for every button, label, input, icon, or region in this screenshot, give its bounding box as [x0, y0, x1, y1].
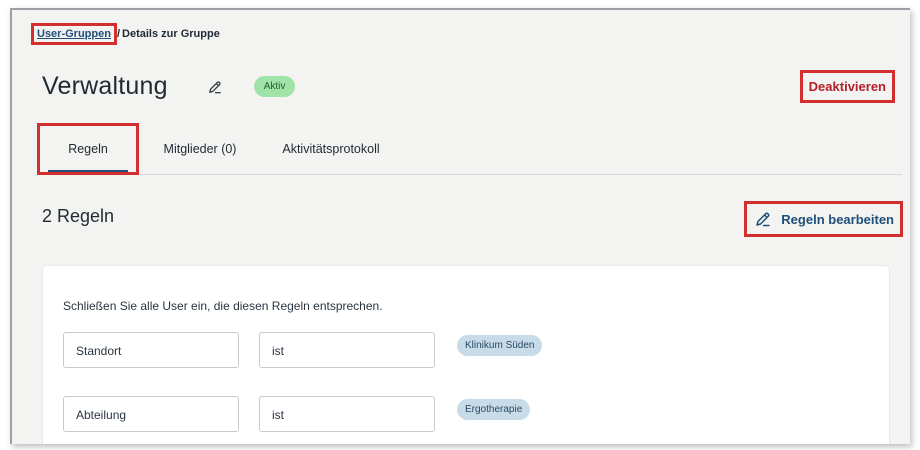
active-tab-indicator [48, 170, 128, 172]
rule-operator-field[interactable]: ist [259, 396, 435, 432]
page-frame: User-Gruppen / Details zur Gruppe Verwal… [10, 8, 910, 444]
pencil-icon [755, 211, 771, 227]
tab-members-label: Mitglieder (0) [163, 142, 237, 156]
tab-members[interactable]: Mitglieder (0) [150, 126, 250, 172]
rules-description: Schließen Sie alle User ein, die diesen … [63, 299, 383, 313]
tab-activity-log-label: Aktivitätsprotokoll [282, 142, 380, 156]
breadcrumb-current: Details zur Gruppe [122, 28, 220, 40]
rule-value-tag: Ergotherapie [457, 399, 531, 420]
rule-operator-field[interactable]: ist [259, 332, 435, 368]
rule-value-tag: Klinikum Süden [457, 335, 543, 356]
page-title: Verwaltung [42, 72, 168, 100]
deactivate-button[interactable]: Deaktivieren [799, 70, 896, 103]
rule-attribute-field[interactable]: Standort [63, 332, 239, 368]
edit-title-button[interactable] [206, 78, 224, 96]
breadcrumb: User-Gruppen / Details zur Gruppe [31, 23, 220, 45]
title-row: Verwaltung Aktiv [42, 72, 296, 101]
tab-rules[interactable]: Regeln [37, 123, 139, 175]
pencil-icon [208, 80, 221, 93]
breadcrumb-user-groups-link[interactable]: User-Gruppen [31, 23, 117, 45]
edit-rules-label: Regeln bearbeiten [781, 211, 894, 227]
breadcrumb-separator: / [116, 28, 121, 40]
tab-activity-log[interactable]: Aktivitätsprotokoll [266, 126, 396, 172]
rule-row: Abteilung ist Ergotherapie [63, 396, 663, 434]
rules-count-title: 2 Regeln [42, 206, 115, 226]
rule-attribute-field[interactable]: Abteilung [63, 396, 239, 432]
tab-bar: Regeln Mitglieder (0) Aktivitätsprotokol… [37, 123, 902, 175]
rule-row: Standort ist Klinikum Süden [63, 332, 663, 370]
tab-rules-label: Regeln [68, 142, 108, 156]
rules-card: Schließen Sie alle User ein, die diesen … [43, 266, 889, 444]
edit-rules-button[interactable]: Regeln bearbeiten [744, 201, 903, 237]
status-badge: Aktiv [253, 76, 296, 97]
